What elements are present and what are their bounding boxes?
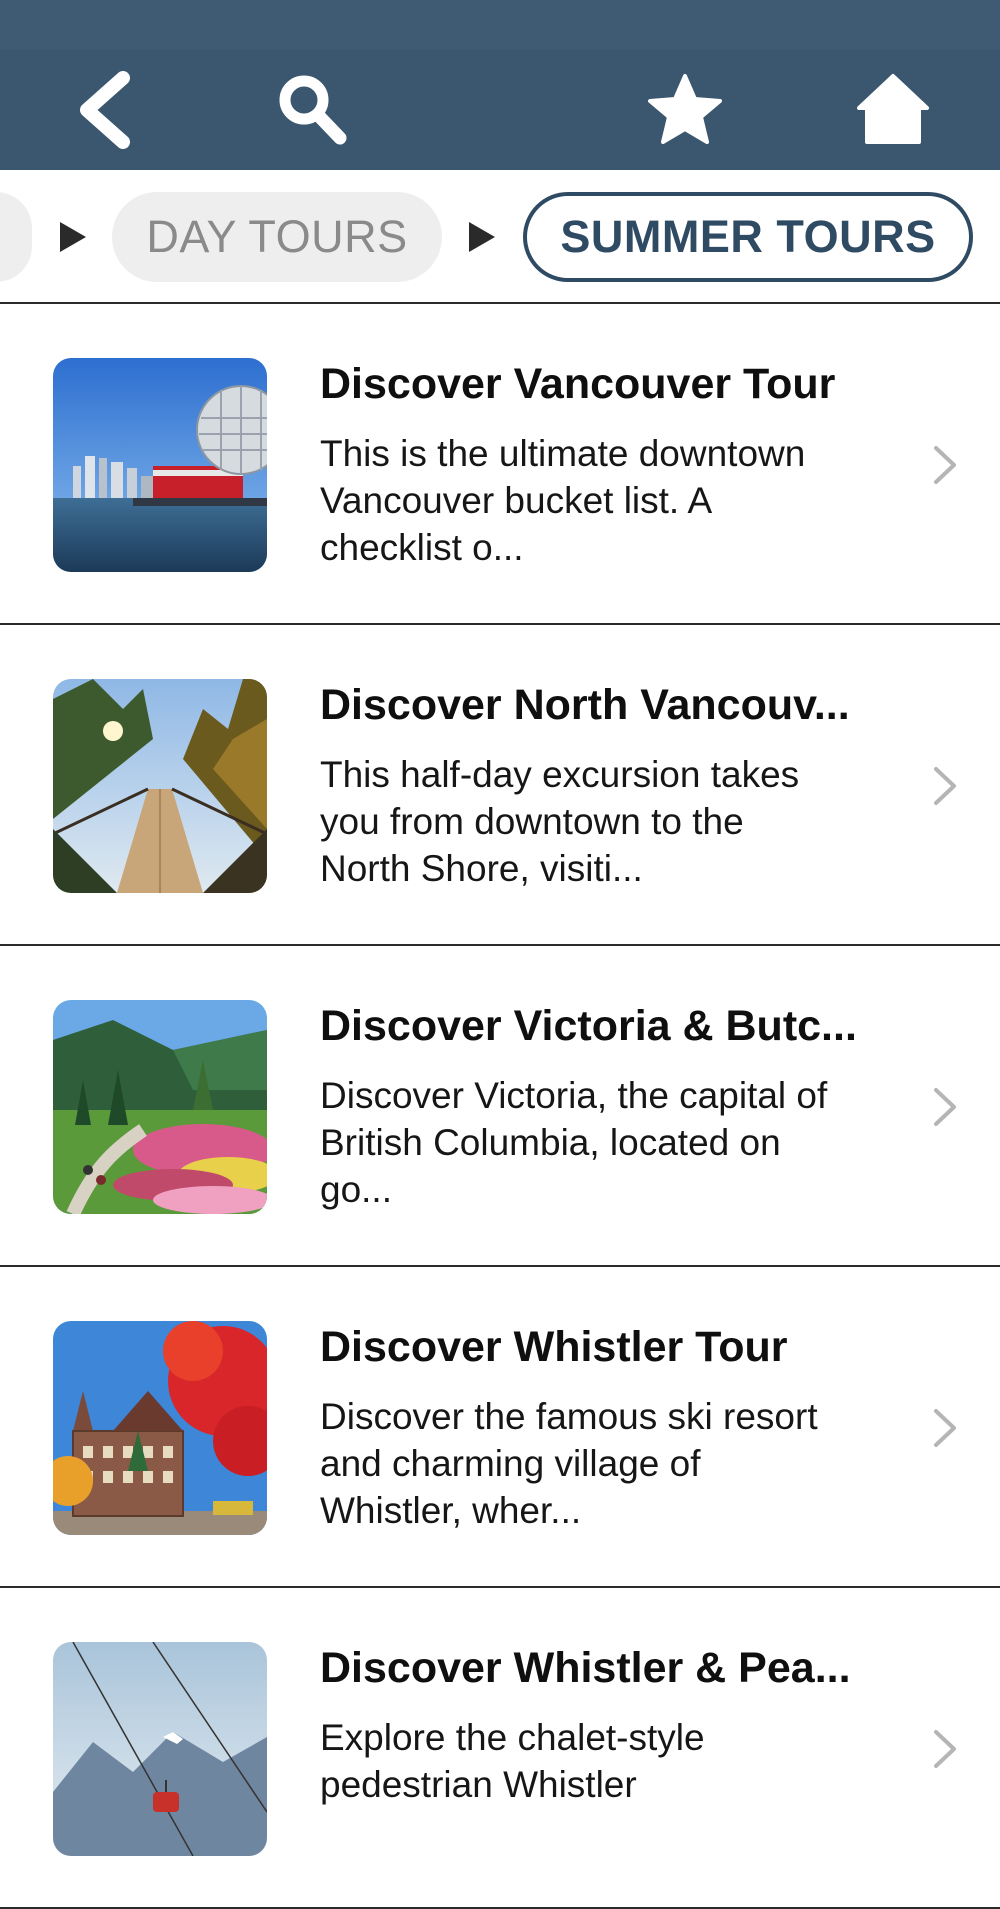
favorite-button[interactable] xyxy=(645,70,725,150)
breadcrumb-separator-icon xyxy=(469,222,495,252)
tour-title: Discover Whistler & Pea... xyxy=(320,1644,851,1692)
list-item[interactable]: Discover Whistler Tour Discover the famo… xyxy=(0,1267,1000,1588)
tour-thumbnail xyxy=(53,358,267,572)
top-toolbar xyxy=(0,0,1000,170)
tour-thumbnail xyxy=(53,1642,267,1856)
tour-title: Discover North Vancouv... xyxy=(320,681,850,729)
list-item[interactable]: Discover Whistler & Pea... Explore the c… xyxy=(0,1588,1000,1909)
star-icon xyxy=(648,74,722,144)
search-icon xyxy=(279,75,347,145)
chevron-right-icon xyxy=(934,1088,956,1126)
tour-thumbnail xyxy=(53,679,267,893)
chevron-right-icon xyxy=(934,1730,956,1768)
chevron-right-icon xyxy=(934,1409,956,1447)
search-button[interactable] xyxy=(272,70,352,150)
tour-description: Discover the famous ski resort and charm… xyxy=(320,1396,818,1531)
back-chevron-icon xyxy=(80,71,130,149)
breadcrumb-separator-icon xyxy=(60,222,86,252)
breadcrumb-item-day-tours[interactable]: DAY TOURS xyxy=(112,192,442,282)
tour-list: Discover Vancouver Tour This is the ulti… xyxy=(0,304,1000,1909)
breadcrumb-item-summer-tours[interactable]: SUMMER TOURS xyxy=(523,192,973,282)
tour-description: This half-day excursion takes you from d… xyxy=(320,754,800,889)
home-button[interactable] xyxy=(853,70,933,150)
tour-description: Explore the chalet-style pedestrian Whis… xyxy=(320,1717,705,1805)
chevron-right-icon xyxy=(934,446,956,484)
home-icon xyxy=(857,74,929,144)
tour-title: Discover Victoria & Butc... xyxy=(320,1002,857,1050)
breadcrumb-previous-pill[interactable] xyxy=(0,192,32,282)
list-item[interactable]: Discover Vancouver Tour This is the ulti… xyxy=(0,304,1000,625)
list-item[interactable]: Discover North Vancouv... This half-day … xyxy=(0,625,1000,946)
tour-description: Discover Victoria, the capital of Britis… xyxy=(320,1075,828,1210)
breadcrumb: DAY TOURS SUMMER TOURS xyxy=(0,170,1000,304)
list-item[interactable]: Discover Victoria & Butc... Discover Vic… xyxy=(0,946,1000,1267)
tour-title: Discover Whistler Tour xyxy=(320,1323,788,1371)
back-button[interactable] xyxy=(65,70,145,150)
tour-thumbnail xyxy=(53,1000,267,1214)
chevron-right-icon xyxy=(934,767,956,805)
tour-thumbnail xyxy=(53,1321,267,1535)
status-bar xyxy=(0,0,1000,50)
tour-description: This is the ultimate downtown Vancouver … xyxy=(320,433,806,568)
tour-title: Discover Vancouver Tour xyxy=(320,360,836,408)
